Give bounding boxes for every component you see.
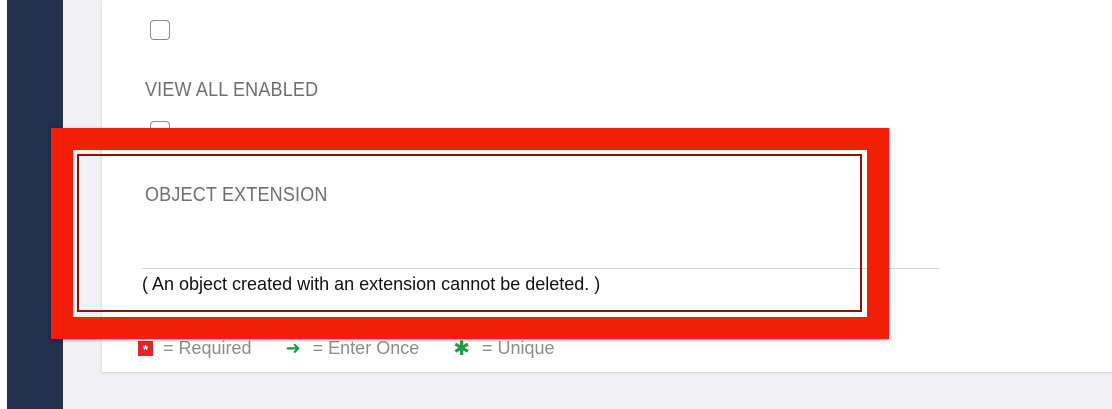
legend-required-label: = Required <box>163 338 252 358</box>
arrow-right-icon: ➜ <box>285 338 301 358</box>
view-all-enabled-label: VIEW ALL ENABLED <box>145 79 319 101</box>
legend-unique-label: = Unique <box>481 338 555 358</box>
legend-required: * = Required <box>138 338 252 359</box>
sidebar <box>7 0 63 409</box>
object-extension-note: ( An object created with an extension ca… <box>142 274 601 294</box>
required-icon: * <box>138 341 153 357</box>
legend-enter-once: ➜ = Enter Once <box>286 338 420 359</box>
legend-enter-once-label: = Enter Once <box>312 338 420 358</box>
top-checkbox[interactable] <box>150 20 170 40</box>
object-extension-divider <box>142 268 940 269</box>
view-all-enabled-checkbox[interactable] <box>150 121 170 141</box>
legend: * = Required ➜ = Enter Once ✱ = Unique <box>138 336 589 361</box>
legend-unique: ✱ = Unique <box>453 336 554 361</box>
object-extension-label: OBJECT EXTENSION <box>145 184 328 206</box>
asterisk-icon: ✱ <box>453 338 470 360</box>
left-edge <box>0 0 7 409</box>
